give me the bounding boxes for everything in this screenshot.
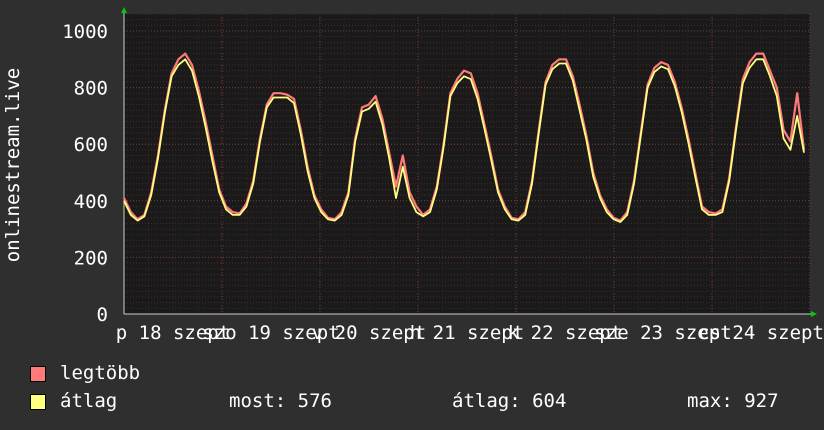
chart: 0 200 400 600 800 1000 p 18 szeptszo 19 szept… [2,7,824,344]
stat-max: max: 927 [687,390,779,412]
stat-average: átlag: 604 [452,390,567,412]
legend-row-avg: átlag most: 576 átlag: 604 max: 927 [30,390,810,414]
stat-now: most: 576 [229,390,332,412]
y-tick-label: 400 [74,191,108,213]
legend: legtöbb átlag most: 576 átlag: 604 max: … [30,362,810,422]
y-tick-label: 600 [74,134,108,156]
y-ticks: 0 200 400 600 800 1000 [62,21,108,326]
x-tick-label: cs 24 szept [698,322,824,344]
y-tick-label: 800 [74,78,108,100]
legend-label-avg: átlag [60,390,118,412]
y-tick-label: 200 [74,247,108,269]
legend-swatch-max [30,366,46,382]
x-ticks: p 18 szeptszo 19 szeptv 20 szepth 21 sze… [116,322,824,344]
y-axis-arrow [121,7,127,13]
x-axis-arrow [811,311,817,317]
legend-label-max: legtöbb [60,362,141,384]
y-axis-label: onlinestream.live [2,68,24,262]
y-tick-label: 1000 [62,21,108,43]
legend-swatch-avg [30,394,46,410]
y-tick-label: 0 [97,304,108,326]
